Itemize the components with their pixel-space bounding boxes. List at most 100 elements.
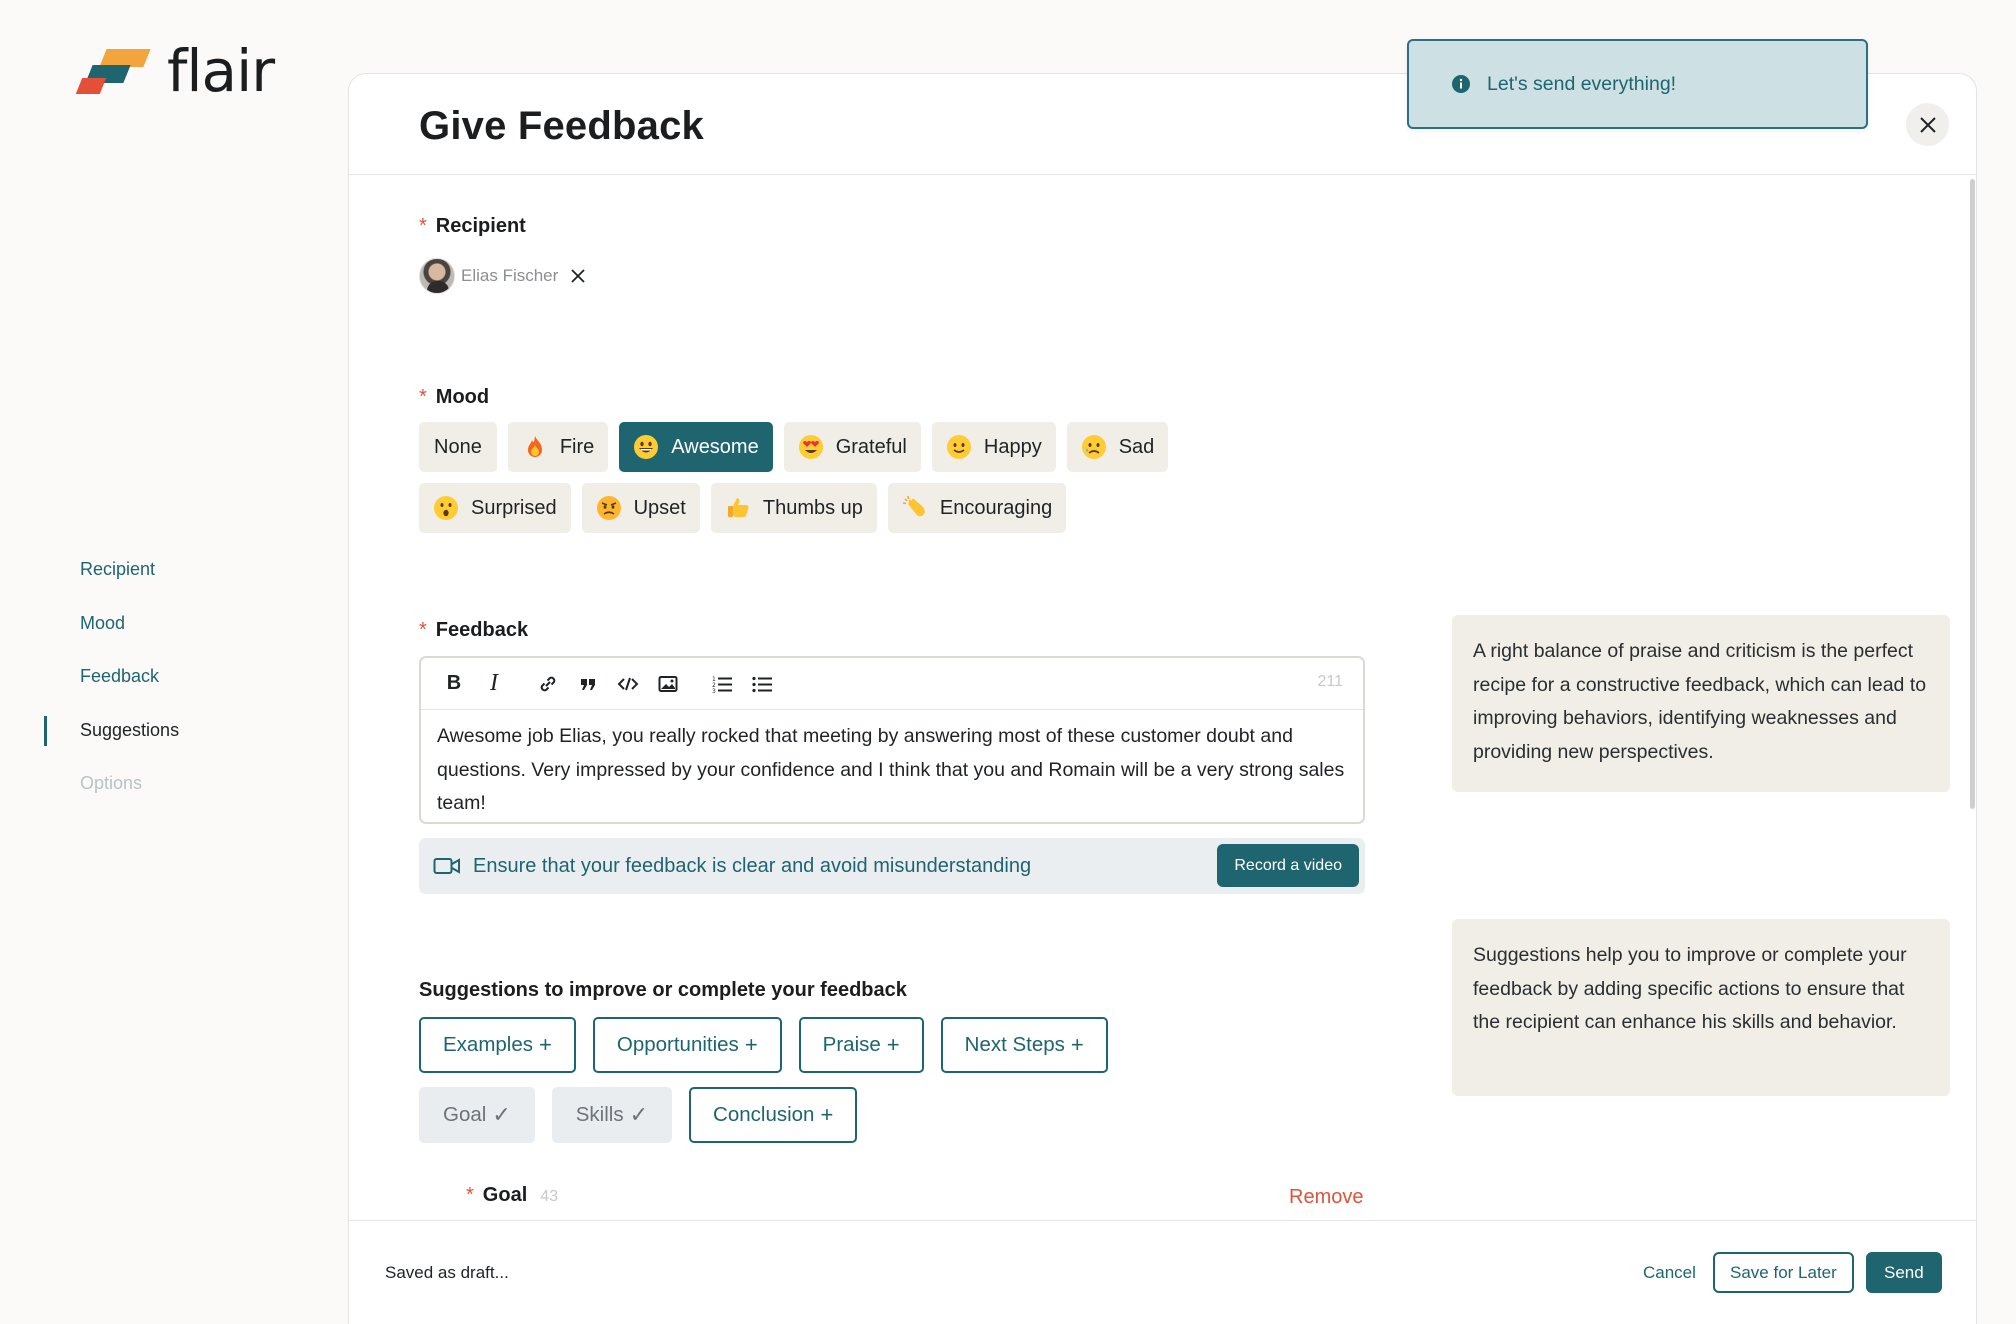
mood-option-fire[interactable]: Fire: [507, 422, 609, 472]
mood-options-row-2: Surprised Upset Thumbs up Encouraging: [419, 483, 1067, 533]
mood-option-label: Sad: [1118, 435, 1155, 458]
code-icon: [617, 677, 639, 690]
goal-character-count: 43: [540, 1188, 559, 1205]
mood-option-happy[interactable]: Happy: [931, 422, 1056, 472]
suggestion-label: Next Steps: [964, 1033, 1065, 1056]
suggestion-label: Praise: [822, 1033, 881, 1056]
link-button[interactable]: [535, 671, 561, 697]
surprised-face-icon: [433, 495, 459, 521]
quote-button[interactable]: [575, 671, 601, 697]
angry-face-icon: [596, 495, 622, 521]
bold-button[interactable]: B: [441, 671, 467, 697]
image-icon: [658, 675, 678, 692]
logo-text: flair: [167, 37, 275, 105]
required-mark: *: [419, 619, 427, 641]
goal-label-text: Goal: [482, 1184, 528, 1206]
suggestions-title: Suggestions to improve or complete your …: [419, 979, 907, 1001]
nav-item-options: Options: [80, 773, 143, 794]
suggestion-next-steps[interactable]: Next Steps +: [940, 1017, 1108, 1073]
thumbs-up-icon: [725, 495, 751, 521]
plus-icon: +: [539, 1032, 552, 1057]
mood-label: * Mood: [419, 386, 489, 409]
goal-label: * Goal 43: [466, 1184, 558, 1207]
nav-item-mood[interactable]: Mood: [44, 597, 294, 651]
feedback-label-text: Feedback: [435, 619, 529, 641]
image-button[interactable]: [655, 671, 681, 697]
suggestion-conclusion[interactable]: Conclusion +: [689, 1087, 858, 1143]
nav-item-feedback[interactable]: Feedback: [44, 650, 294, 704]
mood-options-row-1: None Fire Awesome Grateful Happy Sad: [419, 422, 1169, 472]
send-button[interactable]: Send: [1866, 1252, 1942, 1293]
mood-option-label: Happy: [983, 435, 1042, 458]
suggestion-label: Opportunities: [616, 1033, 739, 1056]
required-mark: *: [419, 386, 427, 408]
record-video-button[interactable]: Record a video: [1217, 844, 1359, 887]
mood-option-label: Thumbs up: [762, 496, 863, 519]
video-camera-icon: [433, 858, 460, 874]
plus-icon: +: [1070, 1032, 1084, 1057]
mood-option-label: None: [434, 435, 482, 458]
mood-option-grateful[interactable]: Grateful: [783, 422, 921, 472]
character-count: 211: [1317, 673, 1343, 690]
close-icon: [1919, 116, 1936, 133]
suggestions-row-2: Goal ✓ Skills ✓ Conclusion +: [419, 1087, 858, 1143]
mood-option-sad[interactable]: Sad: [1066, 422, 1169, 472]
remove-goal-link[interactable]: Remove: [1289, 1186, 1363, 1209]
card-footer: Saved as draft... Cancel Save for Later …: [349, 1220, 1976, 1324]
crying-face-icon: [1081, 434, 1107, 460]
suggestions-row-1: Examples + Opportunities + Praise + Next…: [419, 1017, 1108, 1073]
suggestion-opportunities[interactable]: Opportunities +: [592, 1017, 782, 1073]
plus-icon: +: [886, 1032, 900, 1057]
italic-button[interactable]: I: [481, 670, 507, 697]
mood-option-label: Fire: [559, 435, 595, 458]
mood-option-label: Encouraging: [939, 496, 1053, 519]
mood-option-label: Upset: [633, 496, 686, 519]
feedback-card: Give Feedback * Recipient Elias Fischer …: [348, 73, 1977, 1324]
bullet-list-button[interactable]: [749, 671, 775, 697]
remove-recipient-button[interactable]: [570, 268, 586, 284]
draft-status: Saved as draft...: [385, 1263, 509, 1282]
feedback-textarea[interactable]: Awesome job Elias, you really rocked tha…: [421, 710, 1363, 831]
grinning-face-icon: [633, 434, 659, 460]
code-button[interactable]: [615, 671, 641, 697]
suggestion-examples[interactable]: Examples +: [419, 1017, 576, 1073]
video-hint-bar: Ensure that your feedback is clear and a…: [419, 838, 1365, 894]
save-for-later-button[interactable]: Save for Later: [1713, 1252, 1854, 1293]
suggestion-skills[interactable]: Skills ✓: [551, 1087, 673, 1143]
mood-option-upset[interactable]: Upset: [581, 483, 700, 533]
mood-option-awesome[interactable]: Awesome: [619, 422, 773, 472]
nav-item-recipient[interactable]: Recipient: [44, 543, 294, 597]
flair-logo[interactable]: flair: [75, 37, 275, 105]
ordered-list-icon: 123: [712, 676, 732, 695]
suggestions-tip-box: Suggestions help you to improve or compl…: [1452, 919, 1950, 1096]
mood-option-encouraging[interactable]: Encouraging: [887, 483, 1067, 533]
scrollbar[interactable]: [1970, 179, 1975, 809]
suggestion-label: Skills: [575, 1103, 624, 1126]
recipient-name: Elias Fischer: [461, 266, 559, 285]
suggestion-praise[interactable]: Praise +: [798, 1017, 924, 1073]
mood-option-surprised[interactable]: Surprised: [419, 483, 571, 533]
plus-icon: +: [744, 1032, 758, 1057]
flair-logo-mark: [75, 47, 151, 95]
mood-option-label: Grateful: [835, 435, 907, 458]
mood-option-thumbs-up[interactable]: Thumbs up: [710, 483, 877, 533]
toast-message: Let's send everything!: [1487, 72, 1677, 95]
bullet-list-icon: [752, 676, 772, 692]
required-mark: *: [419, 215, 427, 237]
close-icon: [571, 269, 585, 283]
link-icon: [540, 676, 556, 691]
recipient-chip: Elias Fischer: [419, 258, 586, 294]
suggestion-label: Goal: [443, 1103, 487, 1126]
cancel-button[interactable]: Cancel: [1631, 1252, 1708, 1293]
nav-item-suggestions[interactable]: Suggestions: [44, 704, 294, 758]
clapping-hands-icon: [902, 495, 928, 521]
mood-option-none[interactable]: None: [419, 422, 497, 472]
video-hint-text: Ensure that your feedback is clear and a…: [473, 854, 1032, 877]
toast-notification: Let's send everything!: [1407, 39, 1868, 129]
suggestion-goal[interactable]: Goal ✓: [419, 1087, 535, 1143]
close-button[interactable]: [1906, 103, 1949, 146]
section-nav: Recipient Mood Feedback Suggestions Opti…: [44, 543, 294, 811]
avatar: [419, 258, 455, 294]
editor-toolbar: B I 123 211: [421, 658, 1363, 710]
ordered-list-button[interactable]: 123: [709, 671, 735, 697]
